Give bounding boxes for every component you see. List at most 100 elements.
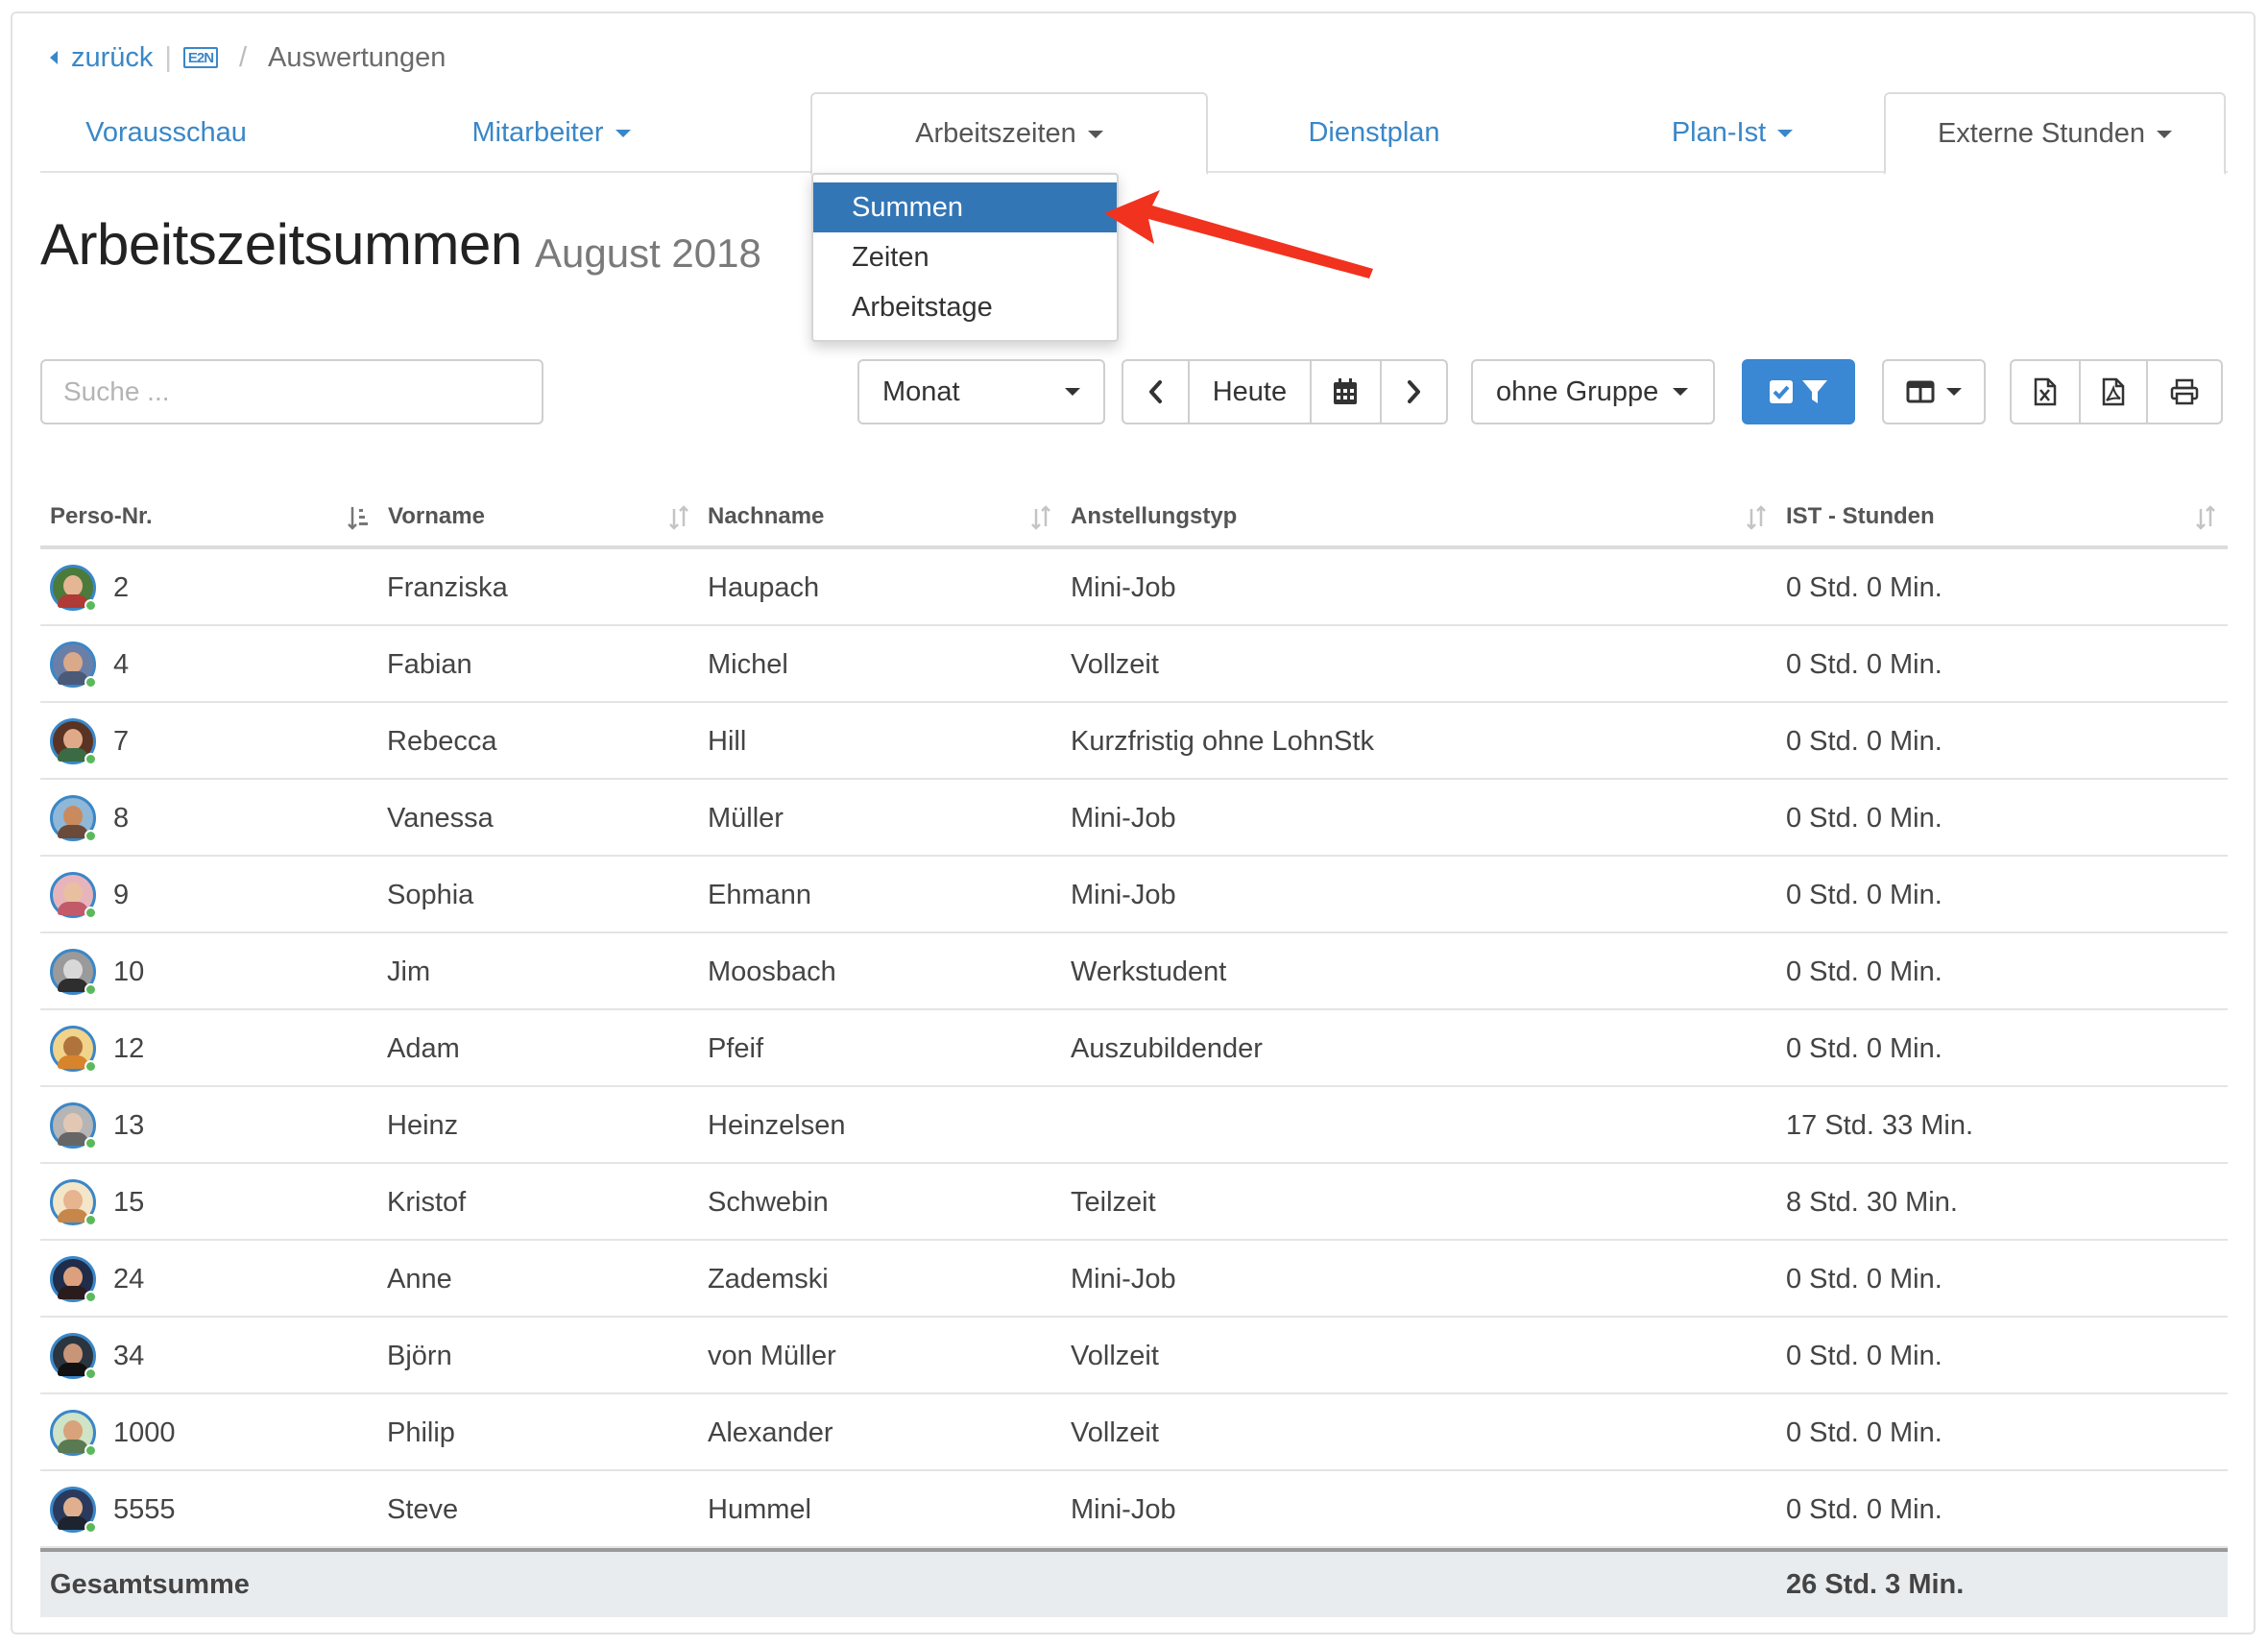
avatar: [50, 565, 97, 612]
menu-item-summen[interactable]: Summen: [813, 182, 1117, 232]
menu-item-zeiten[interactable]: Zeiten: [813, 232, 1117, 282]
table-row[interactable]: 34 Björn von Müller Vollzeit 0 Std. 0 Mi…: [40, 1318, 2228, 1394]
chevron-left-icon: [1148, 380, 1162, 403]
cell-nachname: Michel: [708, 648, 788, 680]
avatar: [50, 1333, 97, 1380]
back-link[interactable]: zurück: [50, 42, 153, 74]
nav-tabs: Vorausschau Mitarbeiter Arbeitszeiten Di…: [40, 92, 2228, 175]
table-row[interactable]: 8 Vanessa Müller Mini-Job 0 Std. 0 Min.: [40, 780, 2228, 857]
export-excel-button[interactable]: [2012, 361, 2081, 423]
cell-vorname: Franziska: [387, 571, 508, 603]
tab-externe-stunden[interactable]: Externe Stunden: [1884, 92, 2226, 175]
avatar: [50, 795, 97, 842]
cell-nachname: Moosbach: [708, 956, 836, 987]
back-label: zurück: [71, 41, 154, 73]
cell-nachname: Heinzelsen: [708, 1109, 846, 1141]
cell-nachname: Schwebin: [708, 1186, 829, 1218]
tab-dienstplan[interactable]: Dienstplan: [1208, 92, 1540, 173]
period-select-value: Monat: [882, 375, 960, 407]
filter-icon: [1802, 380, 1827, 403]
cell-perso-nr: 10: [113, 956, 145, 987]
e2n-logo-icon[interactable]: E2N: [182, 47, 218, 68]
cell-anstellungstyp: Vollzeit: [1071, 648, 1159, 680]
cell-perso-nr: 1000: [113, 1416, 176, 1448]
avatar: [50, 718, 97, 765]
avatar: [50, 1487, 97, 1534]
print-icon: [2170, 378, 2199, 405]
cell-ist-stunden: 0 Std. 0 Min.: [1786, 571, 1942, 603]
print-button[interactable]: [2148, 361, 2221, 423]
cell-nachname: Hummel: [708, 1493, 811, 1525]
column-header-ist-stunden[interactable]: IST - Stunden: [1786, 503, 1935, 530]
chevron-down-icon: [1946, 388, 1962, 396]
caret-down-icon: [1087, 131, 1103, 138]
tab-label: Mitarbeiter: [471, 116, 604, 148]
search-input[interactable]: [40, 359, 543, 424]
calendar-icon: [1334, 378, 1358, 404]
column-header-nachname[interactable]: Nachname: [708, 503, 824, 530]
file-excel-icon: [2034, 377, 2057, 406]
tab-label: Dienstplan: [1308, 116, 1440, 148]
column-header-perso-nr[interactable]: Perso-Nr.: [50, 503, 153, 530]
columns-icon: [1906, 380, 1935, 403]
cell-vorname: Vanessa: [387, 802, 494, 834]
sort-icon[interactable]: [668, 505, 689, 530]
group-select[interactable]: ohne Gruppe: [1471, 359, 1715, 424]
columns-button[interactable]: [1882, 359, 1986, 424]
tab-plan-ist[interactable]: Plan-Ist: [1540, 92, 1924, 173]
cell-nachname: Hill: [708, 725, 747, 757]
calendar-button[interactable]: [1312, 361, 1382, 423]
table-row[interactable]: 10 Jim Moosbach Werkstudent 0 Std. 0 Min…: [40, 933, 2228, 1010]
cell-anstellungstyp: Vollzeit: [1071, 1340, 1159, 1371]
export-pdf-button[interactable]: [2081, 361, 2148, 423]
table-row[interactable]: 13 Heinz Heinzelsen 17 Std. 33 Min.: [40, 1087, 2228, 1164]
previous-period-button[interactable]: [1123, 361, 1191, 423]
table-row[interactable]: 5555 Steve Hummel Mini-Job 0 Std. 0 Min.: [40, 1471, 2228, 1548]
avatar: [50, 641, 97, 689]
total-value: 26 Std. 3 Min.: [1786, 1568, 1965, 1600]
tab-arbeitszeiten[interactable]: Arbeitszeiten: [810, 92, 1208, 175]
tab-label: Vorausschau: [85, 116, 247, 148]
chevron-down-icon: [1065, 388, 1080, 396]
file-pdf-icon: [2102, 377, 2125, 406]
cell-perso-nr: 13: [113, 1109, 145, 1141]
sort-ascending-icon[interactable]: [348, 505, 369, 530]
tab-label: Arbeitszeiten: [915, 117, 1076, 149]
menu-item-arbeitstage[interactable]: Arbeitstage: [813, 282, 1117, 332]
sort-icon[interactable]: [1746, 505, 1767, 530]
table-row[interactable]: 4 Fabian Michel Vollzeit 0 Std. 0 Min.: [40, 626, 2228, 703]
period-select[interactable]: Monat: [857, 359, 1105, 424]
caret-left-icon: [50, 51, 58, 64]
cell-anstellungstyp: Werkstudent: [1071, 956, 1227, 987]
date-navigation: Heute: [1122, 359, 1448, 424]
table-row[interactable]: 24 Anne Zademski Mini-Job 0 Std. 0 Min.: [40, 1241, 2228, 1318]
table-row[interactable]: 15 Kristof Schwebin Teilzeit 8 Std. 30 M…: [40, 1164, 2228, 1241]
tab-vorausschau[interactable]: Vorausschau: [40, 92, 292, 173]
cell-ist-stunden: 0 Std. 0 Min.: [1786, 1032, 1942, 1064]
table-row[interactable]: 2 Franziska Haupach Mini-Job 0 Std. 0 Mi…: [40, 549, 2228, 626]
table-row[interactable]: 12 Adam Pfeif Auszubildender 0 Std. 0 Mi…: [40, 1010, 2228, 1087]
table-row[interactable]: 7 Rebecca Hill Kurzfristig ohne LohnStk …: [40, 703, 2228, 780]
cell-nachname: Alexander: [708, 1416, 833, 1448]
cell-anstellungstyp: Mini-Job: [1071, 879, 1176, 910]
cell-anstellungstyp: Teilzeit: [1071, 1186, 1156, 1218]
column-header-vorname[interactable]: Vorname: [388, 503, 485, 530]
next-period-button[interactable]: [1382, 361, 1446, 423]
column-header-anstellungstyp[interactable]: Anstellungstyp: [1071, 503, 1237, 530]
sort-icon[interactable]: [1030, 505, 1051, 530]
cell-anstellungstyp: Mini-Job: [1071, 1493, 1176, 1525]
table-row[interactable]: 9 Sophia Ehmann Mini-Job 0 Std. 0 Min.: [40, 857, 2228, 933]
table-row[interactable]: 1000 Philip Alexander Vollzeit 0 Std. 0 …: [40, 1394, 2228, 1471]
cell-perso-nr: 15: [113, 1186, 145, 1218]
filter-button[interactable]: [1742, 359, 1855, 424]
annotation-arrow-icon: [1104, 190, 1373, 278]
sort-icon[interactable]: [2195, 505, 2216, 530]
cell-anstellungstyp: Vollzeit: [1071, 1416, 1159, 1448]
caret-down-icon: [615, 130, 631, 137]
avatar: [50, 872, 97, 919]
cell-perso-nr: 7: [113, 725, 130, 757]
today-button[interactable]: Heute: [1190, 361, 1312, 423]
tab-mitarbeiter[interactable]: Mitarbeiter: [292, 92, 810, 173]
cell-anstellungstyp: Mini-Job: [1071, 802, 1176, 834]
cell-ist-stunden: 0 Std. 0 Min.: [1786, 1340, 1942, 1371]
